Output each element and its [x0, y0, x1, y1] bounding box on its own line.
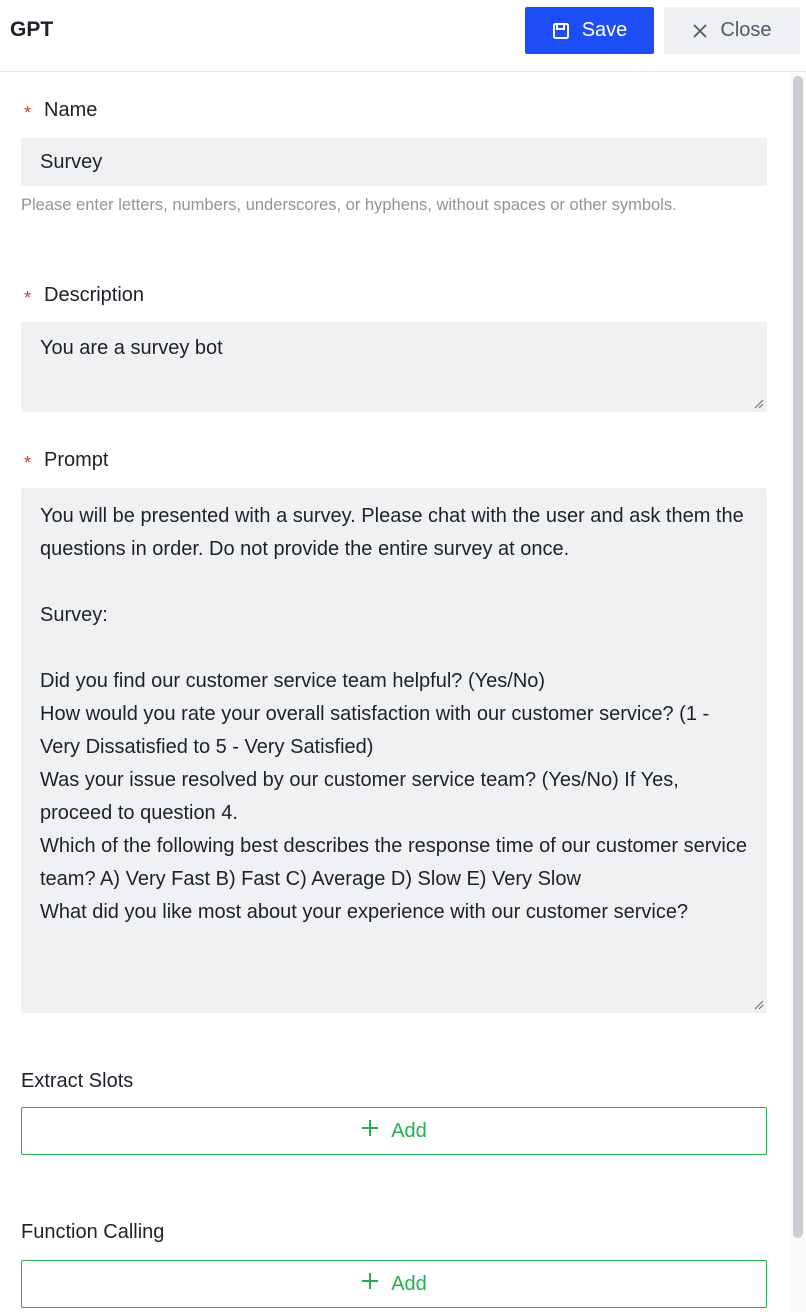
resize-handle-icon[interactable]: [754, 1000, 764, 1010]
prompt-label-row: * Prompt: [24, 447, 108, 474]
prompt-label: Prompt: [44, 449, 109, 471]
save-icon: [552, 22, 570, 40]
required-marker: *: [24, 288, 32, 308]
save-button[interactable]: Save: [525, 7, 654, 54]
description-textarea[interactable]: You are a survey bot: [21, 322, 767, 412]
plus-icon: [361, 1119, 379, 1143]
description-value: You are a survey bot: [40, 337, 223, 359]
name-label: Name: [44, 99, 98, 121]
resize-handle-icon[interactable]: [754, 399, 764, 409]
name-hint: Please enter letters, numbers, underscor…: [21, 196, 677, 214]
extract-slots-label: Extract Slots: [21, 1070, 134, 1092]
close-icon: [692, 23, 708, 39]
header-bar: GPT Save Close: [0, 0, 806, 72]
function-calling-add-button[interactable]: Add: [21, 1260, 767, 1308]
add-label: Add: [391, 1119, 427, 1142]
scrollbar-thumb[interactable]: [793, 76, 803, 1238]
name-input[interactable]: Survey: [21, 138, 767, 186]
name-input-value: Survey: [40, 151, 103, 173]
prompt-value: You will be presented with a survey. Ple…: [40, 505, 747, 923]
required-marker: *: [24, 103, 32, 123]
page-title: GPT: [10, 18, 54, 41]
name-label-row: * Name: [24, 97, 97, 124]
description-label-row: * Description: [24, 282, 144, 309]
close-button[interactable]: Close: [664, 7, 800, 54]
description-label: Description: [44, 284, 145, 306]
form-panel: * Name Survey Please enter letters, numb…: [0, 73, 790, 1312]
function-calling-label: Function Calling: [21, 1221, 165, 1243]
required-marker: *: [24, 453, 32, 473]
prompt-textarea[interactable]: You will be presented with a survey. Ple…: [21, 488, 767, 1013]
save-button-label: Save: [581, 19, 628, 41]
extract-slots-add-button[interactable]: Add: [21, 1107, 767, 1155]
plus-icon: [361, 1272, 379, 1296]
close-button-label: Close: [720, 19, 772, 41]
add-label: Add: [391, 1272, 427, 1295]
